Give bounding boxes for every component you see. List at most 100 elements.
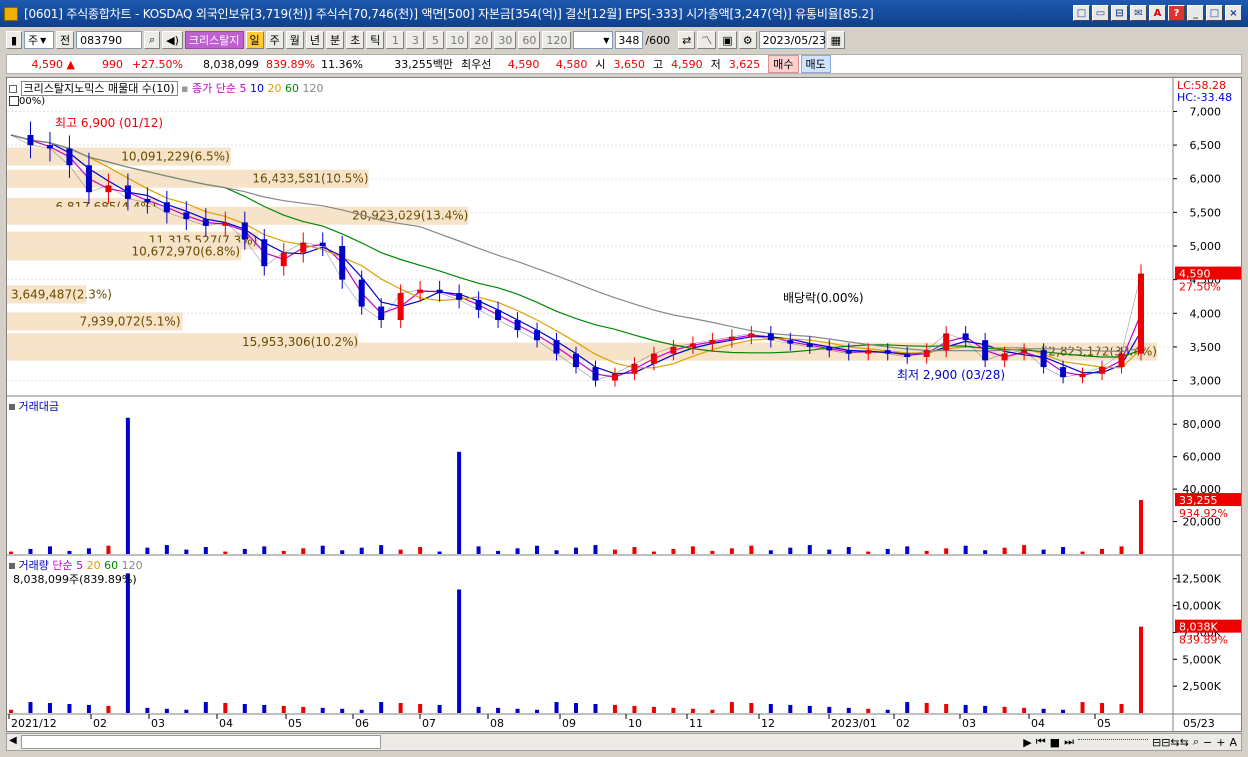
chart-icon[interactable]: 〽 bbox=[697, 31, 717, 49]
buy-button[interactable]: 매수 bbox=[768, 55, 799, 73]
interval-10[interactable]: 10 bbox=[446, 31, 469, 49]
candle-body bbox=[553, 340, 560, 354]
x-tick-label: 03 bbox=[962, 717, 976, 730]
amount-bar bbox=[632, 547, 637, 554]
amount-bar bbox=[164, 545, 169, 554]
prev-button[interactable]: 전 bbox=[56, 31, 75, 49]
range-slider[interactable] bbox=[1077, 739, 1148, 745]
date-input[interactable]: 2023/05/23 bbox=[758, 31, 826, 49]
ma-10: 10 bbox=[249, 82, 264, 95]
interval-3[interactable]: 3 bbox=[406, 31, 425, 49]
interval-60[interactable]: 60 bbox=[518, 31, 541, 49]
amount-bar bbox=[47, 546, 52, 554]
collapse-icon[interactable] bbox=[9, 563, 15, 569]
volume-bar bbox=[1041, 708, 1046, 713]
link-icon[interactable]: □ bbox=[1073, 5, 1090, 21]
horizontal-scrollbar[interactable]: ◀ ▶ ⏮ ■ ⏭ ⊟⊟⇆⇆ ⌕ − + A bbox=[6, 733, 1242, 751]
collapse-icon[interactable] bbox=[9, 85, 17, 93]
amount-bar bbox=[203, 547, 208, 554]
amount-bar bbox=[86, 548, 91, 554]
maximize-button[interactable]: □ bbox=[1206, 5, 1223, 21]
tab-year[interactable]: 년 bbox=[305, 31, 324, 49]
interval-5[interactable]: 5 bbox=[426, 31, 445, 49]
arrows-icon[interactable]: ⇄ bbox=[678, 31, 696, 49]
chevron-down-icon: ▼ bbox=[603, 35, 610, 45]
plus-icon[interactable]: + bbox=[1216, 736, 1225, 749]
tab-minute[interactable]: 분 bbox=[326, 31, 345, 49]
interval-120[interactable]: 120 bbox=[542, 31, 572, 49]
tab-day[interactable]: 일 bbox=[245, 31, 264, 49]
volume-bar bbox=[1061, 709, 1066, 713]
tab-month[interactable]: 월 bbox=[285, 31, 304, 49]
volume-current-label: 8,038K bbox=[1179, 621, 1218, 634]
interval-20[interactable]: 20 bbox=[470, 31, 493, 49]
code-input[interactable]: 083790 bbox=[76, 31, 143, 49]
font-icon[interactable]: A bbox=[1149, 5, 1166, 21]
amount-bar bbox=[437, 551, 442, 554]
ma-60: 60 bbox=[284, 82, 299, 95]
price-tick-label: 4,000 bbox=[1190, 307, 1222, 320]
interval-custom[interactable]: ▼ bbox=[573, 31, 614, 49]
stop-icon[interactable]: ■ bbox=[1050, 736, 1060, 749]
window-icon[interactable]: ⊟ bbox=[1111, 5, 1128, 21]
amount-current-label: 33,255 bbox=[1179, 494, 1218, 507]
volume-bar bbox=[28, 702, 33, 713]
count-input[interactable]: 348 bbox=[615, 31, 644, 49]
volume-bar bbox=[203, 702, 208, 713]
step-back-icon[interactable]: ⏮ bbox=[1036, 735, 1046, 749]
volume-bar bbox=[768, 703, 773, 713]
volume-bar bbox=[807, 705, 812, 713]
collapse-icon[interactable] bbox=[9, 404, 15, 410]
amount-bar bbox=[457, 451, 462, 554]
volume-bar bbox=[1139, 626, 1143, 713]
calendar-icon[interactable]: ▦ bbox=[826, 31, 845, 49]
amount-bar bbox=[885, 548, 890, 554]
minus-icon[interactable]: − bbox=[1203, 736, 1212, 749]
help-icon[interactable]: ? bbox=[1168, 5, 1185, 21]
volume-bar bbox=[340, 708, 345, 713]
volume-profile-label: 10,091,229(6.5%) bbox=[121, 150, 230, 164]
tab-tick[interactable]: 틱 bbox=[366, 31, 385, 49]
interval-1[interactable]: 1 bbox=[386, 31, 405, 49]
x-tick-label: 10 bbox=[628, 717, 642, 730]
tab-week[interactable]: 주 bbox=[265, 31, 284, 49]
scroll-left-icon[interactable]: ◀ bbox=[9, 735, 17, 746]
x-tick-label: 03 bbox=[151, 717, 165, 730]
tab-second[interactable]: 초 bbox=[346, 31, 365, 49]
high-annotation: 최고 6,900 (01/12) bbox=[55, 116, 163, 130]
period-select[interactable]: 주 ▼ bbox=[24, 31, 54, 49]
play-icon[interactable]: ▶ bbox=[1023, 736, 1031, 749]
font-size-icon[interactable]: A bbox=[1229, 736, 1237, 749]
price-text: 4,590 bbox=[31, 57, 64, 71]
search-icon[interactable]: ⌕ bbox=[144, 31, 161, 49]
zoom-group-icon[interactable]: ⊟⊟⇆⇆ bbox=[1152, 736, 1189, 749]
volume-value: 8,038,099 bbox=[203, 57, 259, 71]
gear-icon[interactable]: ⚙ bbox=[738, 31, 757, 49]
interval-30[interactable]: 30 bbox=[494, 31, 517, 49]
save-icon[interactable]: ▣ bbox=[718, 31, 737, 49]
step-forward-icon[interactable]: ⏭ bbox=[1064, 735, 1074, 749]
table-icon[interactable] bbox=[9, 96, 19, 106]
speaker-icon[interactable]: ◀) bbox=[162, 31, 183, 49]
chart-area[interactable]: 10,091,229(6.5%)16,433,581(10.5%)6,817,6… bbox=[6, 77, 1242, 732]
volume-bar bbox=[983, 705, 988, 713]
mail-icon[interactable]: ✉ bbox=[1130, 5, 1147, 21]
price-panel-title: 크리스탈지노믹스 매물대 수(10) ▪ 종가 단순 5 10 20 60 12… bbox=[9, 80, 323, 96]
volume-bar bbox=[515, 708, 520, 713]
candle-body bbox=[124, 185, 131, 199]
stock-name-field[interactable]: 크리스탈지 bbox=[184, 31, 244, 49]
chart-canvas[interactable]: 10,091,229(6.5%)16,433,581(10.5%)6,817,6… bbox=[7, 78, 1241, 731]
minimize-button[interactable]: _ bbox=[1187, 5, 1204, 21]
layout-icon[interactable]: ▭ bbox=[1092, 5, 1109, 21]
price-tick-label: 3,500 bbox=[1190, 341, 1222, 354]
candle-body bbox=[1060, 367, 1067, 378]
scroll-thumb[interactable] bbox=[21, 735, 381, 749]
close-button[interactable]: × bbox=[1225, 5, 1242, 21]
sell-button[interactable]: 매도 bbox=[800, 55, 831, 73]
volume-bar bbox=[145, 707, 150, 713]
price-tick-label: 5,000 bbox=[1190, 240, 1222, 253]
lock-icon[interactable]: ▮ bbox=[6, 31, 22, 49]
amount-bar bbox=[846, 547, 851, 554]
candle-body bbox=[534, 330, 541, 341]
zoom-out-icon[interactable]: ⌕ bbox=[1193, 735, 1199, 749]
